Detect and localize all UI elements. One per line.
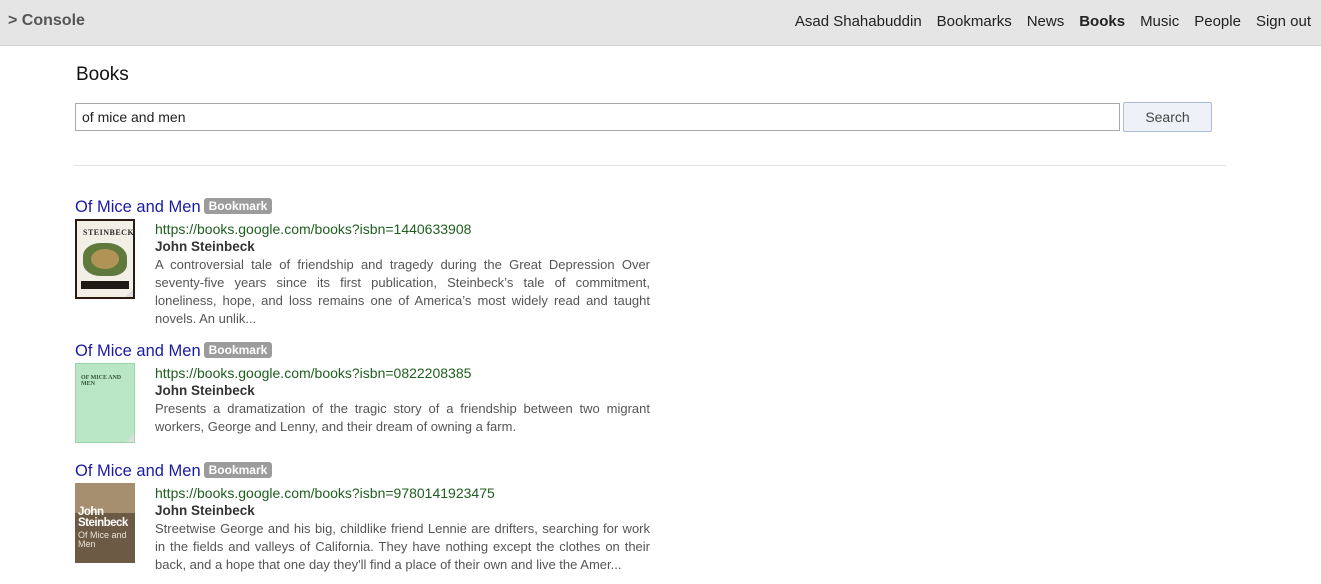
cover-title-text: Of Mice and Men <box>78 530 127 549</box>
main-nav: Asad Shahabuddin Bookmarks News Books Mu… <box>780 13 1311 30</box>
nav-people[interactable]: People <box>1194 13 1241 30</box>
result-author: John Steinbeck <box>155 503 255 518</box>
result-item: Of Mice and Men Bookmark STEINBECK https:… <box>75 198 675 326</box>
nav-books[interactable]: Books <box>1079 13 1125 30</box>
book-cover-thumbnail[interactable]: OF MICE AND MEN <box>75 363 135 443</box>
nav-news[interactable]: News <box>1027 13 1065 30</box>
bookmark-button[interactable]: Bookmark <box>203 198 273 214</box>
divider <box>74 165 1226 166</box>
result-item: Of Mice and Men Bookmark John Steinbeck O… <box>75 462 675 572</box>
result-url[interactable]: https://books.google.com/books?isbn=9780… <box>155 484 650 502</box>
nav-user-name[interactable]: Asad Shahabuddin <box>795 13 922 30</box>
result-item: Of Mice and Men Bookmark OF MICE AND MEN … <box>75 342 675 443</box>
result-title-link[interactable]: Of Mice and Men <box>75 462 201 480</box>
book-cover-thumbnail[interactable]: STEINBECK <box>75 219 135 299</box>
result-title-link[interactable]: Of Mice and Men <box>75 198 201 216</box>
search-input[interactable] <box>75 103 1120 131</box>
cover-author-text: John Steinbeck <box>78 506 128 529</box>
top-navigation-bar: > Console Asad Shahabuddin Bookmarks New… <box>0 0 1321 46</box>
result-description: Presents a dramatization of the tragic s… <box>155 401 650 434</box>
search-button[interactable]: Search <box>1123 102 1212 132</box>
result-description: A controversial tale of friendship and t… <box>155 257 650 326</box>
cover-author-text: STEINBECK <box>83 228 135 237</box>
result-description: Streetwise George and his big, childlike… <box>155 521 650 572</box>
console-brand-link[interactable]: > Console <box>8 12 85 30</box>
result-author: John Steinbeck <box>155 239 255 254</box>
bookmark-button[interactable]: Bookmark <box>203 342 273 358</box>
result-title-link[interactable]: Of Mice and Men <box>75 342 201 360</box>
nav-music[interactable]: Music <box>1140 13 1179 30</box>
page-title: Books <box>76 64 129 85</box>
result-url[interactable]: https://books.google.com/books?isbn=0822… <box>155 364 650 382</box>
result-author: John Steinbeck <box>155 383 255 398</box>
nav-bookmarks[interactable]: Bookmarks <box>937 13 1012 30</box>
cover-title-text: OF MICE AND MEN <box>81 375 122 387</box>
result-url[interactable]: https://books.google.com/books?isbn=1440… <box>155 220 650 238</box>
book-cover-thumbnail[interactable]: John Steinbeck Of Mice and Men <box>75 483 135 563</box>
nav-sign-out[interactable]: Sign out <box>1256 13 1311 30</box>
bookmark-button[interactable]: Bookmark <box>203 462 273 478</box>
